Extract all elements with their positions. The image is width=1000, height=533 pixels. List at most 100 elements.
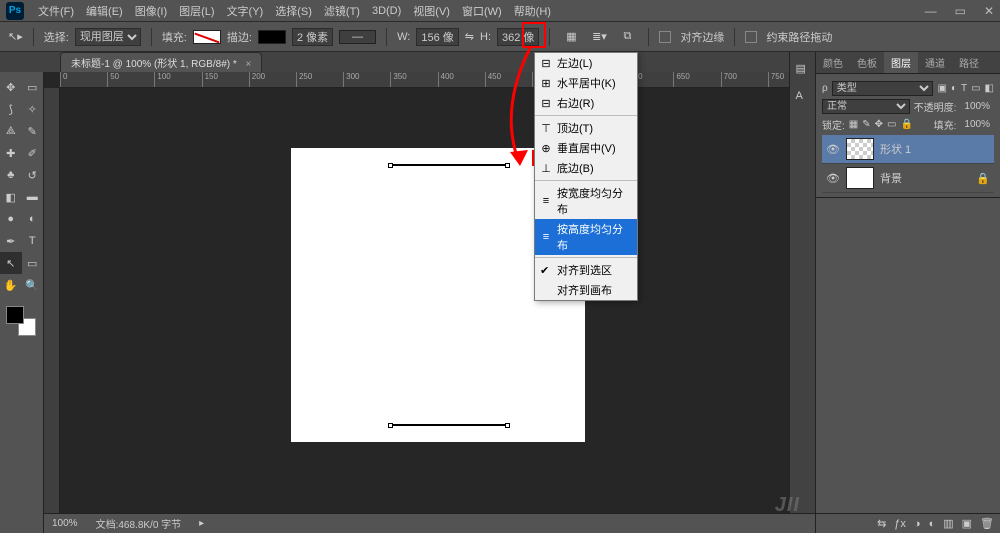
zoom-tool-icon[interactable]: 🔍 — [22, 274, 44, 296]
shape-line-bottom[interactable] — [391, 424, 507, 426]
shape-tool-icon[interactable]: ▭ — [22, 252, 44, 274]
lock-all-icon[interactable]: 🔒 — [900, 119, 912, 130]
align-hcenter-item[interactable]: ⊞水平居中(K) — [535, 73, 637, 93]
fill-opacity-field[interactable]: 100% — [960, 119, 994, 130]
zoom-level[interactable]: 100% — [52, 518, 78, 529]
distribute-height-item[interactable]: ≡按高度均匀分布 — [535, 219, 637, 255]
width-field[interactable]: 156 像 — [416, 28, 458, 46]
blend-mode-select[interactable]: 正常 — [822, 99, 910, 114]
filter-image-icon[interactable]: ▣ — [937, 83, 946, 94]
constrain-path-checkbox[interactable] — [745, 31, 757, 43]
menu-select[interactable]: 选择(S) — [269, 3, 318, 19]
history-panel-icon[interactable]: ▤ — [796, 62, 810, 76]
path-arrange-icon[interactable]: ⧉ — [616, 26, 638, 48]
shape-line-top[interactable] — [391, 164, 507, 166]
layer-name: 背景 — [880, 170, 902, 186]
menu-file[interactable]: 文件(F) — [32, 3, 80, 19]
align-right-item[interactable]: ⊟右边(R) — [535, 93, 637, 113]
window-close-icon[interactable]: ✕ — [984, 4, 994, 18]
brush-tool-icon[interactable]: ✐ — [22, 142, 44, 164]
menu-3d[interactable]: 3D(D) — [366, 5, 407, 17]
align-edges-checkbox[interactable] — [659, 31, 671, 43]
link-wh-icon[interactable]: ⇋ — [465, 30, 474, 43]
lock-pixels-icon[interactable]: ▦ — [849, 119, 858, 130]
crop-tool-icon[interactable]: ⟁ — [0, 120, 22, 142]
history-brush-icon[interactable]: ↺ — [22, 164, 44, 186]
panel-tabs: 颜色 色板 图层 通道 路径 — [816, 52, 1000, 74]
filter-smart-icon[interactable]: ◧ — [985, 83, 994, 94]
hand-tool-icon[interactable]: ✋ — [0, 274, 22, 296]
menu-layer[interactable]: 图层(L) — [173, 3, 220, 19]
lock-paint-icon[interactable]: ✎ — [862, 119, 870, 130]
align-to-selection-item[interactable]: 对齐到选区 — [535, 260, 637, 280]
align-left-item[interactable]: ⊟左边(L) — [535, 53, 637, 73]
lock-artboard-icon[interactable]: ▭ — [887, 119, 896, 130]
window-minimize-icon[interactable]: — — [925, 4, 937, 18]
align-vcenter-item[interactable]: ⊕垂直居中(V) — [535, 138, 637, 158]
stamp-tool-icon[interactable]: ♣ — [0, 164, 22, 186]
layer-item-shape1[interactable]: 👁 形状 1 — [822, 135, 994, 164]
canvas-area[interactable] — [60, 88, 815, 513]
menu-filter[interactable]: 滤镜(T) — [318, 3, 366, 19]
menu-view[interactable]: 视图(V) — [407, 3, 456, 19]
tab-close-icon[interactable]: × — [246, 59, 252, 70]
document-tab[interactable]: 未标题-1 @ 100% (形状 1, RGB/8#) * × — [60, 52, 262, 72]
stroke-style-dropdown[interactable]: — — [339, 30, 376, 44]
visibility-icon[interactable]: 👁 — [826, 172, 840, 185]
eyedropper-tool-icon[interactable]: ✎ — [22, 120, 44, 142]
height-field[interactable]: 362 像 — [497, 28, 539, 46]
menu-image[interactable]: 图像(I) — [129, 3, 173, 19]
window-restore-icon[interactable]: ▭ — [955, 4, 966, 18]
magic-wand-tool-icon[interactable]: ✧ — [22, 98, 44, 120]
opacity-field[interactable]: 100% — [960, 101, 994, 112]
fill-swatch[interactable] — [193, 30, 221, 44]
adjustment-layer-icon[interactable]: ◐ — [929, 518, 936, 530]
marquee-tool-icon[interactable]: ▭ — [22, 76, 44, 98]
menu-edit[interactable]: 编辑(E) — [80, 3, 129, 19]
stroke-swatch[interactable] — [258, 30, 286, 44]
visibility-icon[interactable]: 👁 — [826, 143, 840, 156]
delete-layer-icon[interactable]: 🗑 — [980, 517, 994, 530]
group-icon[interactable]: ▥ — [943, 517, 953, 530]
align-top-item[interactable]: ⊤顶边(T) — [535, 118, 637, 138]
lasso-tool-icon[interactable]: ⟆ — [0, 98, 22, 120]
path-operations-icon[interactable]: ▦ — [560, 26, 582, 48]
character-panel-icon[interactable]: A — [796, 90, 810, 104]
filter-shape-icon[interactable]: ▭ — [971, 83, 980, 94]
dodge-tool-icon[interactable]: ◐ — [22, 208, 44, 230]
tab-paths[interactable]: 路径 — [952, 52, 986, 73]
path-align-icon[interactable]: ≣▾ — [588, 26, 610, 48]
stroke-width-field[interactable]: 2 像素 — [292, 28, 333, 46]
lock-position-icon[interactable]: ✥ — [875, 119, 883, 130]
heal-tool-icon[interactable]: ✚ — [0, 142, 22, 164]
status-arrow-icon[interactable]: ▸ — [199, 518, 204, 529]
tab-layers[interactable]: 图层 — [884, 52, 918, 73]
new-layer-icon[interactable]: ▣ — [962, 517, 972, 530]
move-tool-icon[interactable]: ✥ — [0, 76, 22, 98]
gradient-tool-icon[interactable]: ▬ — [22, 186, 44, 208]
link-layers-icon[interactable]: ⇆ — [877, 517, 886, 530]
foreground-background-swatch[interactable] — [6, 306, 36, 336]
tab-color[interactable]: 颜色 — [816, 52, 850, 73]
tab-swatch[interactable]: 色板 — [850, 52, 884, 73]
pen-tool-icon[interactable]: ✒ — [0, 230, 22, 252]
text-tool-icon[interactable]: T — [22, 230, 44, 252]
layer-style-icon[interactable]: ƒx — [894, 518, 906, 530]
layer-item-background[interactable]: 👁 背景 🔒 — [822, 164, 994, 193]
distribute-width-item[interactable]: ≡按宽度均匀分布 — [535, 183, 637, 219]
align-to-canvas-item[interactable]: 对齐到画布 — [535, 280, 637, 300]
layer-mask-icon[interactable]: ◑ — [914, 518, 921, 530]
menu-text[interactable]: 文字(Y) — [221, 3, 270, 19]
align-bottom-item[interactable]: ⊥底边(B) — [535, 158, 637, 178]
menu-window[interactable]: 窗口(W) — [456, 3, 508, 19]
tab-channels[interactable]: 通道 — [918, 52, 952, 73]
blur-tool-icon[interactable]: ● — [0, 208, 22, 230]
filter-text-icon[interactable]: T — [961, 83, 967, 94]
filter-adjust-icon[interactable]: ◐ — [951, 83, 957, 94]
eraser-tool-icon[interactable]: ◧ — [0, 186, 22, 208]
path-select-tool-icon[interactable]: ↖ — [0, 252, 22, 274]
doc-size: 文档:468.8K/0 字节 — [96, 516, 182, 531]
menu-help[interactable]: 帮助(H) — [508, 3, 557, 19]
select-target-dropdown[interactable]: 现用图层 — [75, 28, 141, 46]
layer-kind-select[interactable]: 类型 — [832, 81, 934, 96]
